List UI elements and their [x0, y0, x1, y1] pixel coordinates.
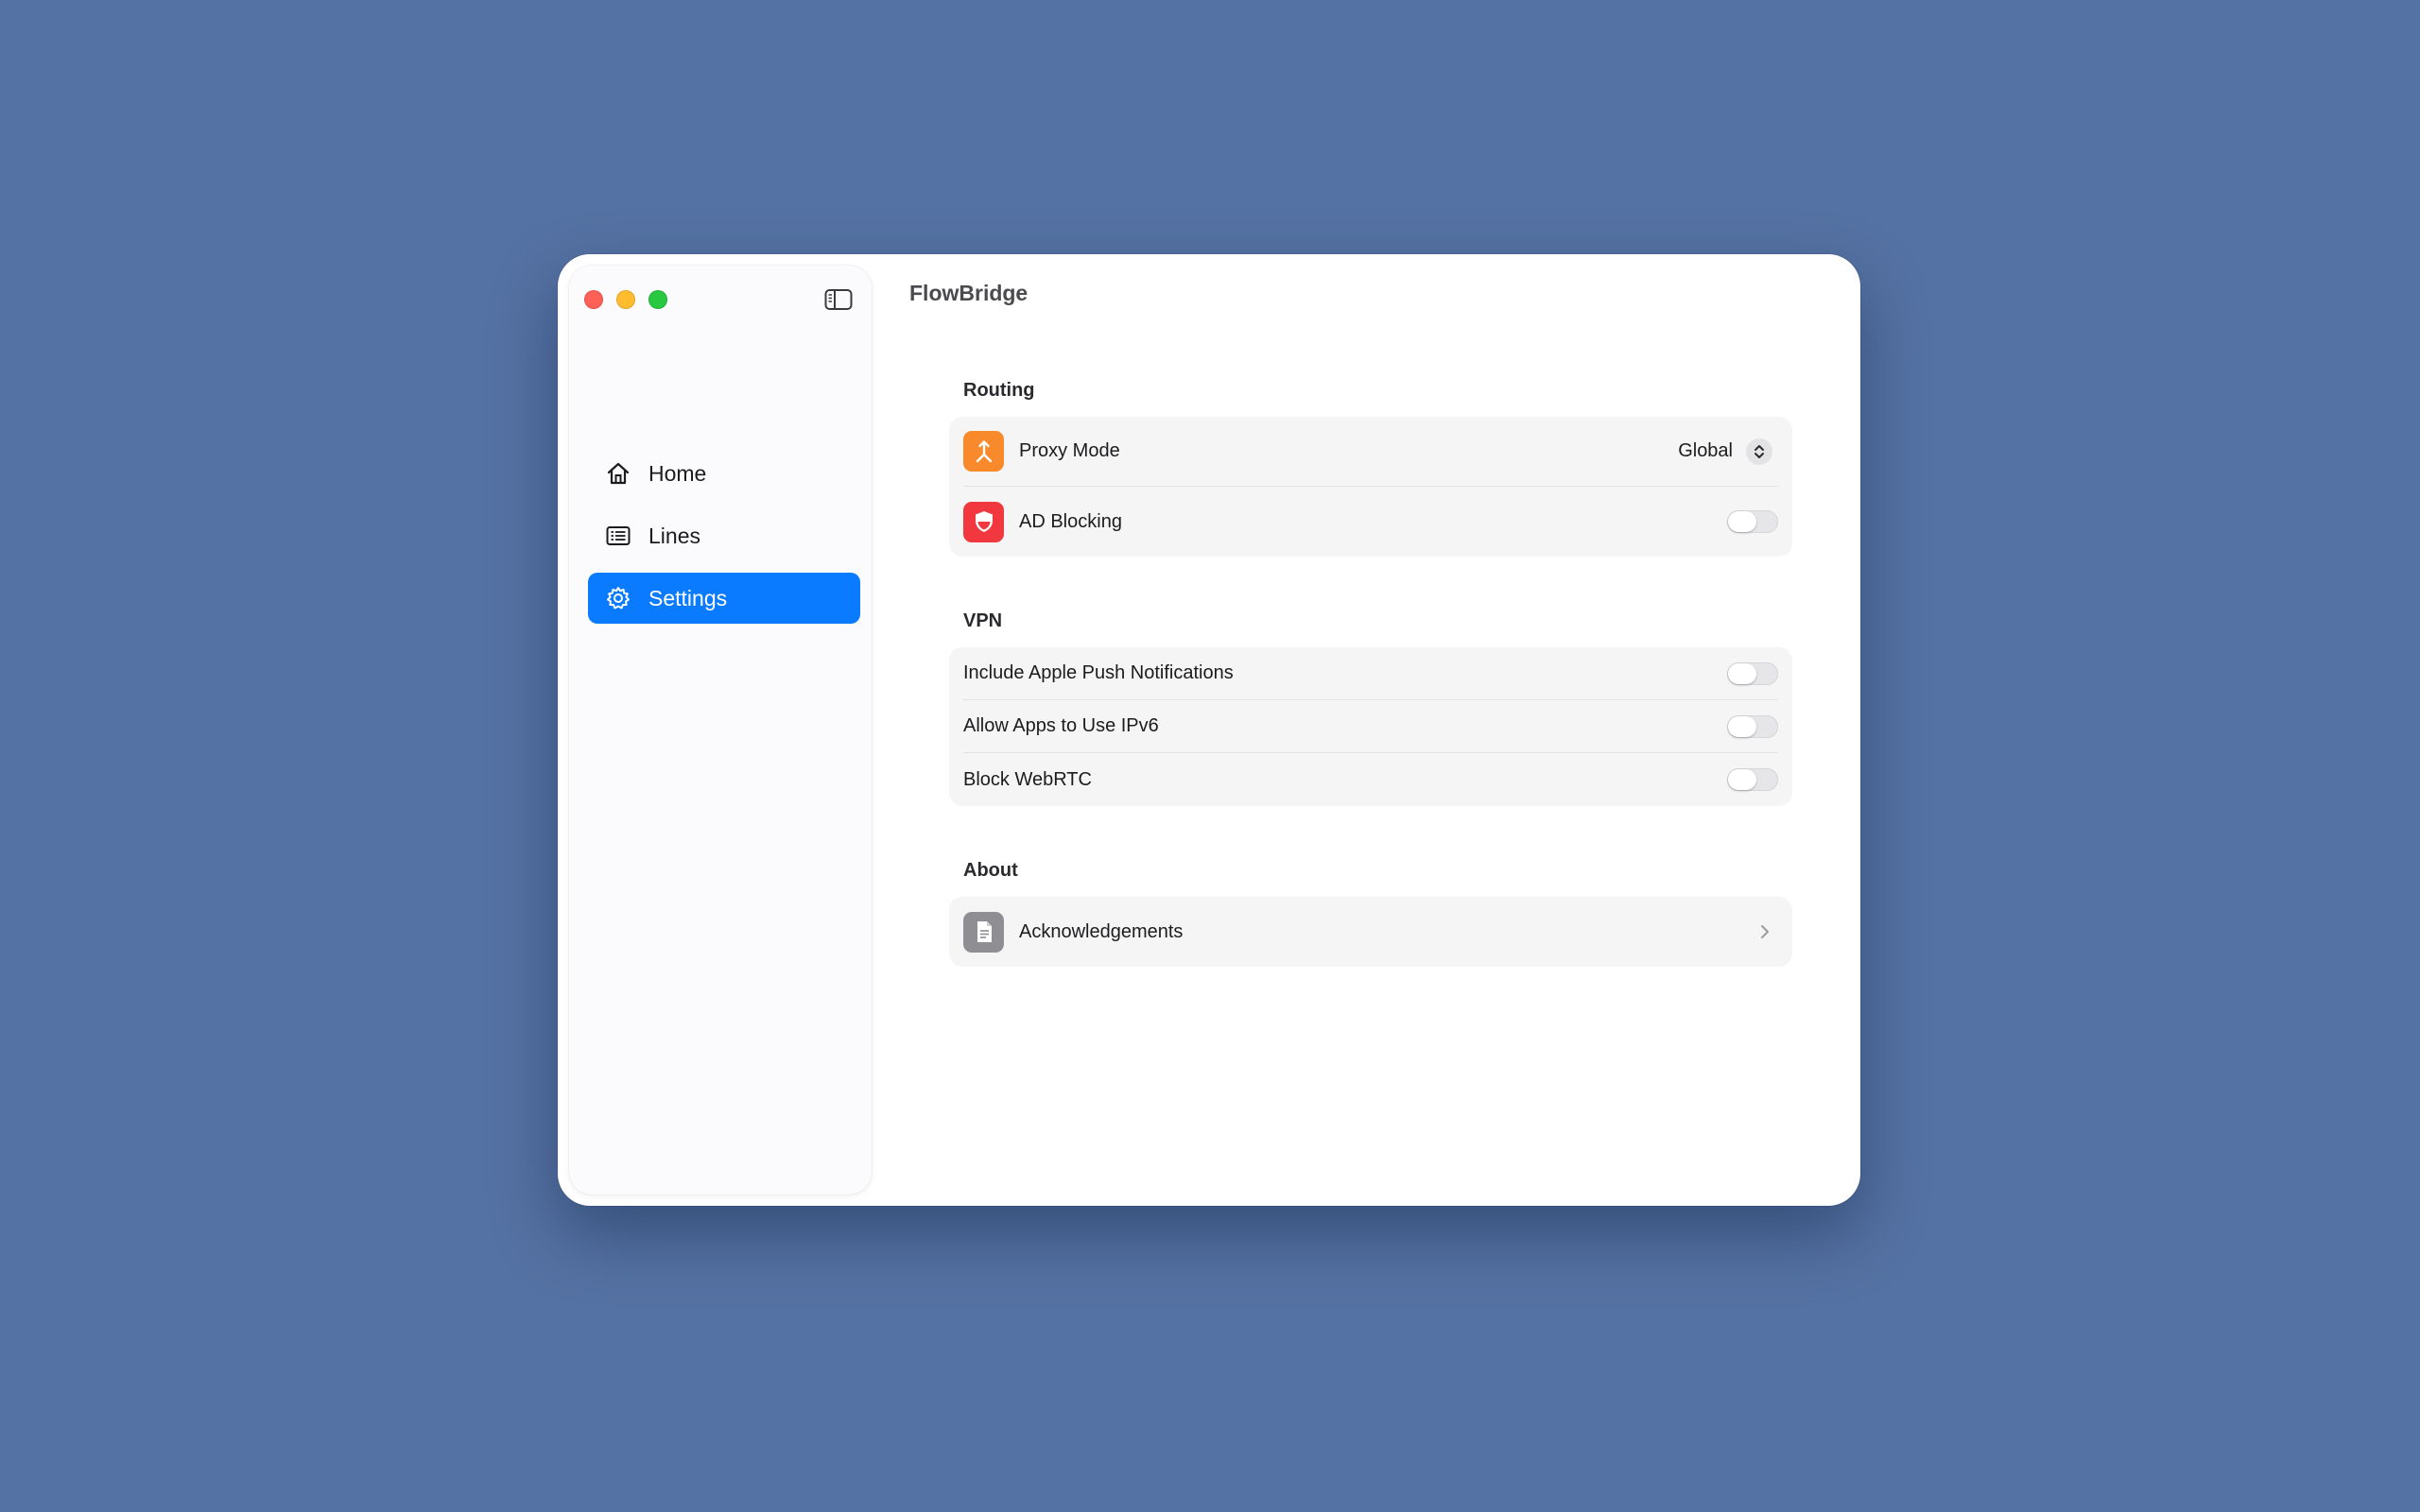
sidebar-item-label: Settings — [648, 585, 728, 610]
include-apns-toggle[interactable] — [1727, 662, 1778, 685]
sidebar-toggle-icon — [824, 289, 853, 310]
section-title-about: About — [963, 860, 1018, 881]
allow-ipv6-toggle[interactable] — [1727, 714, 1778, 738]
section-title-routing: Routing — [963, 380, 1035, 401]
sidebar-item-settings[interactable]: Settings — [588, 573, 860, 624]
section-title-vpn: VPN — [963, 610, 1003, 631]
block-webrtc-toggle[interactable] — [1727, 768, 1778, 791]
close-window-button[interactable] — [584, 290, 603, 309]
allow-ipv6-label: Allow Apps to Use IPv6 — [963, 715, 1159, 736]
sidebar-nav: Home Lines Settings — [588, 448, 860, 635]
toggle-knob — [1728, 662, 1756, 684]
document-icon — [963, 911, 1004, 953]
list-icon — [605, 523, 631, 549]
minimize-window-button[interactable] — [616, 290, 635, 309]
acknowledgements-row[interactable]: Acknowledgements — [963, 897, 1778, 967]
block-webrtc-label: Block WebRTC — [963, 768, 1092, 790]
acknowledgements-label: Acknowledgements — [1019, 920, 1184, 942]
maximize-window-button[interactable] — [648, 290, 667, 309]
include-apns-label: Include Apple Push Notifications — [963, 662, 1234, 683]
proxy-mode-label: Proxy Mode — [1019, 440, 1120, 461]
allow-ipv6-row: Allow Apps to Use IPv6 — [963, 700, 1778, 753]
sidebar-item-label: Lines — [648, 523, 700, 548]
chevron-up-down-icon — [1746, 438, 1772, 465]
routing-group: Proxy Mode Global AD Blocking — [949, 417, 1792, 557]
include-apns-row: Include Apple Push Notifications — [963, 647, 1778, 700]
about-group: Acknowledgements — [949, 897, 1792, 967]
vpn-group: Include Apple Push Notifications Allow A… — [949, 647, 1792, 806]
ad-blocking-label: AD Blocking — [1019, 510, 1122, 532]
chevron-right-icon — [1759, 923, 1771, 940]
proxy-mode-row: Proxy Mode Global — [963, 417, 1778, 487]
proxy-mode-select[interactable]: Global — [1678, 438, 1772, 465]
ad-blocking-toggle[interactable] — [1727, 510, 1778, 533]
proxy-mode-icon — [963, 431, 1004, 472]
proxy-mode-value: Global — [1678, 440, 1733, 461]
sidebar: Home Lines Settings — [569, 266, 872, 1194]
sidebar-item-lines[interactable]: Lines — [588, 510, 860, 561]
settings-content: Routing Proxy Mode Global AD Blocking VP… — [949, 377, 1792, 1018]
sidebar-toggle-button[interactable] — [824, 288, 853, 311]
house-icon — [605, 460, 631, 487]
shield-icon — [963, 501, 1004, 542]
toggle-knob — [1728, 769, 1756, 790]
gear-icon — [605, 585, 631, 611]
toggle-knob — [1728, 715, 1756, 737]
app-window: Home Lines Settings FlowBridge Routing P… — [558, 254, 1860, 1206]
block-webrtc-row: Block WebRTC — [963, 753, 1778, 806]
sidebar-item-home[interactable]: Home — [588, 448, 860, 499]
sidebar-item-label: Home — [648, 460, 707, 486]
window-title: FlowBridge — [909, 281, 1028, 305]
toggle-knob — [1728, 511, 1756, 532]
ad-blocking-row: AD Blocking — [963, 487, 1778, 557]
